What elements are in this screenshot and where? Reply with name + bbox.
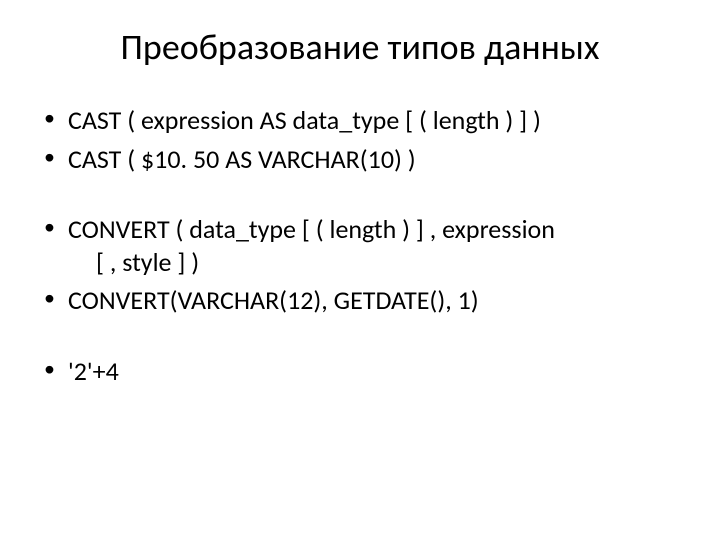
list-item: CAST ( $10. 50 AS VARCHAR(10) ) — [40, 143, 680, 176]
list-item-text-continuation: [ , style ] ) — [68, 246, 680, 279]
list-item: '2'+4 — [40, 355, 680, 388]
spacer — [40, 323, 680, 355]
list-item: CONVERT(VARCHAR(12), GETDATE(), 1) — [40, 284, 680, 317]
slide-title: Преобразование типов данных — [40, 25, 680, 69]
spacer — [40, 181, 680, 213]
list-item: CONVERT ( data_type [ ( length ) ] , exp… — [40, 213, 680, 278]
bullet-list: '2'+4 — [40, 355, 680, 388]
bullet-list: CAST ( expression AS data_type [ ( lengt… — [40, 104, 680, 175]
bullet-list: CONVERT ( data_type [ ( length ) ] , exp… — [40, 213, 680, 317]
list-item-text: CONVERT ( data_type [ ( length ) ] , exp… — [68, 213, 555, 245]
list-item: CAST ( expression AS data_type [ ( lengt… — [40, 104, 680, 137]
